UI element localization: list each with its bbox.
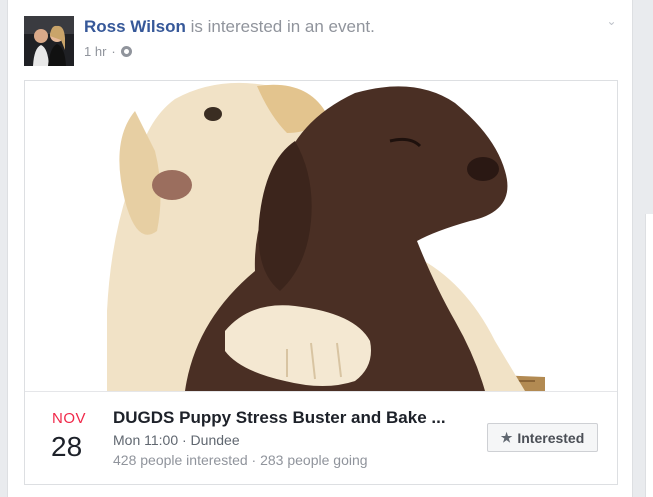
event-attachment[interactable]: NOV 28 DUGDS Puppy Stress Buster and Bak… <box>24 80 618 485</box>
event-month: NOV <box>52 410 87 427</box>
chevron-down-icon[interactable]: ⌄ <box>606 15 617 27</box>
timestamp-link[interactable]: 1 hr <box>84 44 106 59</box>
meta-separator: · <box>111 44 116 59</box>
story-header: Ross Wilson is interested in an event. <box>84 17 375 37</box>
feed-story-card: Ross Wilson is interested in an event. 1… <box>7 0 633 497</box>
interested-button[interactable]: ★ Interested <box>487 423 598 452</box>
story-meta: 1 hr · <box>84 44 132 59</box>
event-title-link[interactable]: DUGDS Puppy Stress Buster and Bake ... <box>113 408 446 428</box>
event-cover-photo[interactable] <box>25 81 617 391</box>
interested-button-label: Interested <box>517 429 585 446</box>
attachment-divider <box>25 391 617 392</box>
event-attendance-stats: 428 people interested · 283 people going <box>113 452 368 468</box>
adjacent-panel <box>645 214 653 497</box>
event-time-location: Mon 11:00 · Dundee <box>113 432 240 448</box>
event-day: 28 <box>51 431 83 462</box>
avatar[interactable] <box>24 16 74 66</box>
globe-icon[interactable] <box>120 46 132 57</box>
star-icon: ★ <box>500 429 513 445</box>
action-text: is interested in an event. <box>190 17 375 36</box>
author-name-link[interactable]: Ross Wilson <box>84 17 186 36</box>
